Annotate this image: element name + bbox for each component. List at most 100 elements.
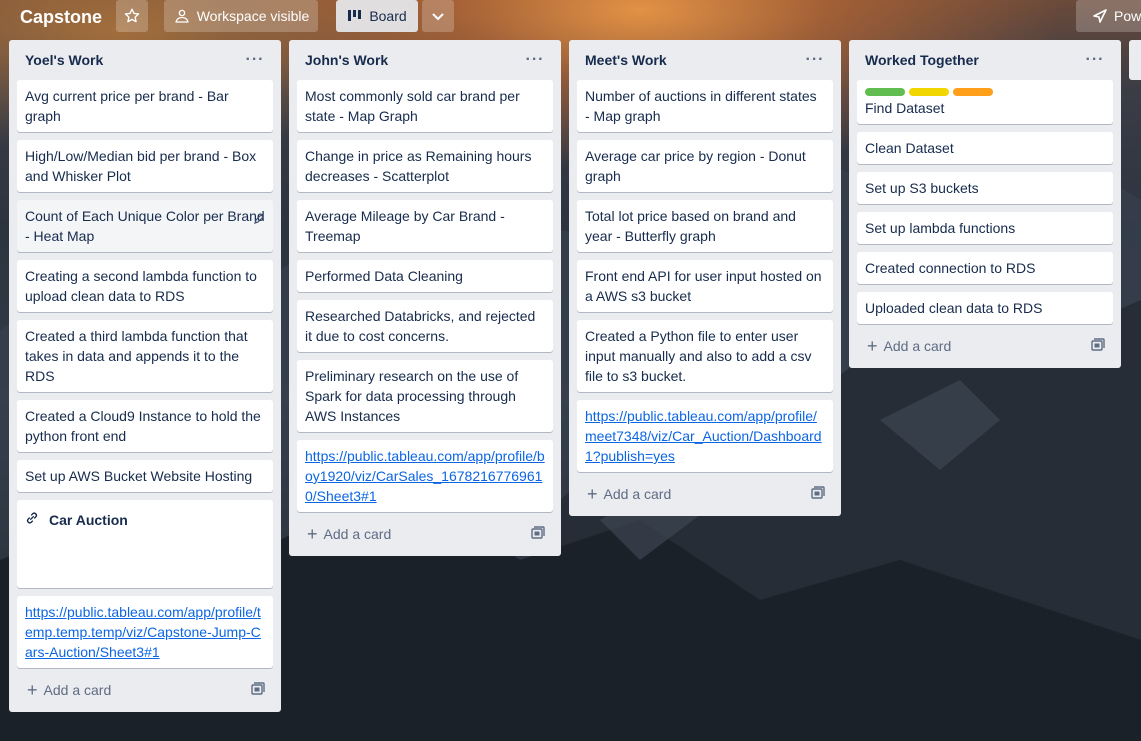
list-title[interactable]: Yoel's Work [25, 52, 103, 68]
list-card[interactable]: Set up lambda functions [857, 212, 1113, 244]
add-card-label: Add a card [43, 682, 112, 698]
card-title: Change in price as Remaining hours decre… [305, 148, 532, 184]
card-title: Count of Each Unique Color per Brand - H… [25, 208, 265, 224]
list-yoels-work: Yoel's Work ··· Avg current price per br… [9, 40, 281, 712]
list-johns-work: John's Work ··· Most commonly sold car b… [289, 40, 561, 556]
list-header: Yoel's Work ··· [17, 40, 273, 80]
list-card[interactable]: Uploaded clean data to RDS [857, 292, 1113, 324]
card-title: Created a third lambda function that tak… [25, 328, 248, 384]
tableau-link[interactable]: https://public.tableau.com/app/profile/t… [25, 604, 261, 660]
attachment-card[interactable]: Car Auction [17, 500, 273, 588]
label-orange[interactable] [953, 88, 993, 96]
template-icon[interactable] [811, 485, 825, 503]
label-green[interactable] [865, 88, 905, 96]
people-icon [173, 8, 191, 24]
list-card[interactable]: Set up S3 buckets [857, 172, 1113, 204]
list-card[interactable]: Performed Data Cleaning [297, 260, 553, 292]
more-icon[interactable]: ··· [1083, 50, 1107, 70]
template-icon[interactable] [251, 681, 265, 699]
card-labels[interactable] [865, 88, 1105, 96]
star-button[interactable] [116, 0, 148, 32]
list-worked-together: Worked Together ··· Find Dataset Clean D… [849, 40, 1121, 368]
link-card[interactable]: https://public.tableau.com/app/profile/m… [577, 400, 833, 472]
add-card-label: Add a card [883, 338, 952, 354]
add-card-label: Add a card [323, 526, 392, 542]
chevron-down-icon [430, 8, 446, 24]
card-title: Researched Databricks, and rejected it d… [305, 308, 536, 344]
list-card[interactable]: Researched Databricks, and rejected it d… [297, 300, 553, 352]
card-title: Most commonly sold car brand per state -… [305, 88, 520, 124]
list-title[interactable]: John's Work [305, 52, 388, 68]
card-title: Creating a second lambda function to upl… [25, 268, 257, 304]
list-card[interactable]: Total lot price based on brand and year … [577, 200, 833, 252]
list-title[interactable]: Meet's Work [585, 52, 667, 68]
list-card[interactable]: Change in price as Remaining hours decre… [297, 140, 553, 192]
more-icon[interactable]: ··· [243, 50, 267, 70]
template-icon[interactable] [1091, 337, 1105, 355]
list-card[interactable]: Number of auctions in different states -… [577, 80, 833, 132]
list-title[interactable]: Worked Together [865, 52, 979, 68]
list-header: Meet's Work ··· [577, 40, 833, 80]
power-ups-label: Pow [1114, 8, 1141, 24]
visibility-button[interactable]: Workspace visible [164, 0, 318, 32]
list-card[interactable]: Find Dataset [857, 80, 1113, 124]
add-card-button[interactable]: + Add a card [307, 525, 391, 543]
card-title: Average Mileage by Car Brand - Treemap [305, 208, 505, 244]
rocket-icon [1092, 8, 1108, 24]
card-title: Average car price by region - Donut grap… [585, 148, 806, 184]
more-icon[interactable]: ··· [803, 50, 827, 70]
add-card-row: + Add a card [297, 520, 553, 548]
view-switcher-board[interactable]: Board [336, 0, 418, 32]
list-card[interactable]: Clean Dataset [857, 132, 1113, 164]
template-icon[interactable] [531, 525, 545, 543]
card-title: Set up S3 buckets [865, 180, 979, 196]
card-title: Set up AWS Bucket Website Hosting [25, 468, 253, 484]
view-dropdown-button[interactable] [422, 0, 454, 32]
tableau-link[interactable]: https://public.tableau.com/app/profile/b… [305, 448, 545, 504]
add-card-row: + Add a card [17, 676, 273, 704]
link-icon [25, 510, 39, 530]
list-card[interactable]: Average Mileage by Car Brand - Treemap [297, 200, 553, 252]
card-title: Number of auctions in different states -… [585, 88, 817, 124]
card-title: Created a Cloud9 Instance to hold the py… [25, 408, 261, 444]
list-card[interactable]: High/Low/Median bid per brand - Box and … [17, 140, 273, 192]
power-ups-button[interactable]: Pow [1076, 0, 1141, 32]
list-card[interactable]: Created a third lambda function that tak… [17, 320, 273, 392]
board-header: Capstone Workspace visible Board Pow [0, 0, 1141, 32]
tableau-link[interactable]: https://public.tableau.com/app/profile/m… [585, 408, 822, 464]
list-card[interactable]: Created a Cloud9 Instance to hold the py… [17, 400, 273, 452]
plus-icon: + [587, 484, 598, 504]
add-card-button[interactable]: + Add a card [587, 485, 671, 503]
list-card[interactable]: Average car price by region - Donut grap… [577, 140, 833, 192]
card-title: Front end API for user input hosted on a… [585, 268, 822, 304]
more-icon[interactable]: ··· [523, 50, 547, 70]
link-card[interactable]: https://public.tableau.com/app/profile/t… [17, 596, 273, 668]
board-title[interactable]: Capstone [12, 3, 110, 31]
view-label: Board [369, 8, 407, 24]
list-card[interactable]: Most commonly sold car brand per state -… [297, 80, 553, 132]
list-card[interactable]: Created a Python file to enter user inpu… [577, 320, 833, 392]
add-card-row: + Add a card [577, 480, 833, 508]
add-card-button[interactable]: + Add a card [867, 337, 951, 355]
list-card[interactable]: Set up AWS Bucket Website Hosting [17, 460, 273, 492]
list-card[interactable]: Preliminary research on the use of Spark… [297, 360, 553, 432]
card-title: Uploaded clean data to RDS [865, 300, 1043, 316]
list-card[interactable]: Created connection to RDS [857, 252, 1113, 284]
list-card[interactable]: Front end API for user input hosted on a… [577, 260, 833, 312]
list-header: John's Work ··· [297, 40, 553, 80]
list-card[interactable]: Count of Each Unique Color per Brand - H… [17, 200, 273, 252]
card-title: Avg current price per brand - Bar graph [25, 88, 229, 124]
plus-icon: + [867, 336, 878, 356]
list-card[interactable]: Avg current price per brand - Bar graph [17, 80, 273, 132]
list-header: Worked Together ··· [857, 40, 1113, 80]
add-card-button[interactable]: + Add a card [27, 681, 111, 699]
plus-icon: + [307, 524, 318, 544]
list-card[interactable]: Creating a second lambda function to upl… [17, 260, 273, 312]
card-title-continuation: - Heat Map [25, 228, 95, 244]
pencil-icon[interactable] [253, 210, 265, 230]
list-partial-next [1129, 40, 1141, 80]
card-title: Set up lambda functions [865, 220, 1016, 236]
link-card[interactable]: https://public.tableau.com/app/profile/b… [297, 440, 553, 512]
card-title: Preliminary research on the use of Spark… [305, 368, 519, 424]
label-yellow[interactable] [909, 88, 949, 96]
